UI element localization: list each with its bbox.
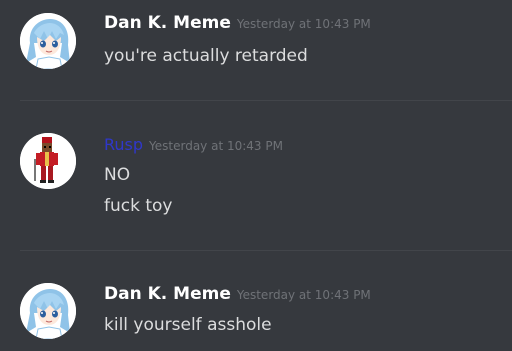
username[interactable]: Rusp [104, 135, 143, 154]
message-text: you're actually retarded [104, 46, 308, 66]
timestamp: Yesterday at 10:43 PM [149, 139, 283, 153]
anime-girl-avatar-icon [20, 13, 76, 69]
message-text: fuck toy [104, 196, 173, 216]
message-header: Rusp Yesterday at 10:43 PM [104, 134, 283, 157]
avatar[interactable] [20, 283, 76, 339]
username[interactable]: Dan K. Meme [104, 13, 231, 33]
message-group: Rusp Yesterday at 10:43 PM NO fuck toy [0, 133, 512, 243]
message-header: Dan K. Meme Yesterday at 10:43 PM [104, 283, 371, 306]
chat-message-list: Dan K. Meme Yesterday at 10:43 PM you're … [0, 0, 512, 351]
avatar[interactable] [20, 133, 76, 189]
red-uniform-character-avatar-icon [20, 133, 76, 189]
message-divider [20, 100, 512, 101]
message-group: Dan K. Meme Yesterday at 10:43 PM kill yo… [0, 283, 512, 351]
message-divider [20, 250, 512, 251]
message-text: NO [104, 165, 131, 185]
message-group: Dan K. Meme Yesterday at 10:43 PM you're … [0, 12, 512, 92]
username[interactable]: Dan K. Meme [104, 284, 231, 304]
timestamp: Yesterday at 10:43 PM [236, 288, 371, 302]
anime-girl-avatar-icon [20, 283, 76, 339]
avatar[interactable] [20, 13, 76, 69]
message-header: Dan K. Meme Yesterday at 10:43 PM [104, 12, 371, 35]
timestamp: Yesterday at 10:43 PM [236, 17, 371, 31]
message-text: kill yourself asshole [104, 315, 272, 335]
